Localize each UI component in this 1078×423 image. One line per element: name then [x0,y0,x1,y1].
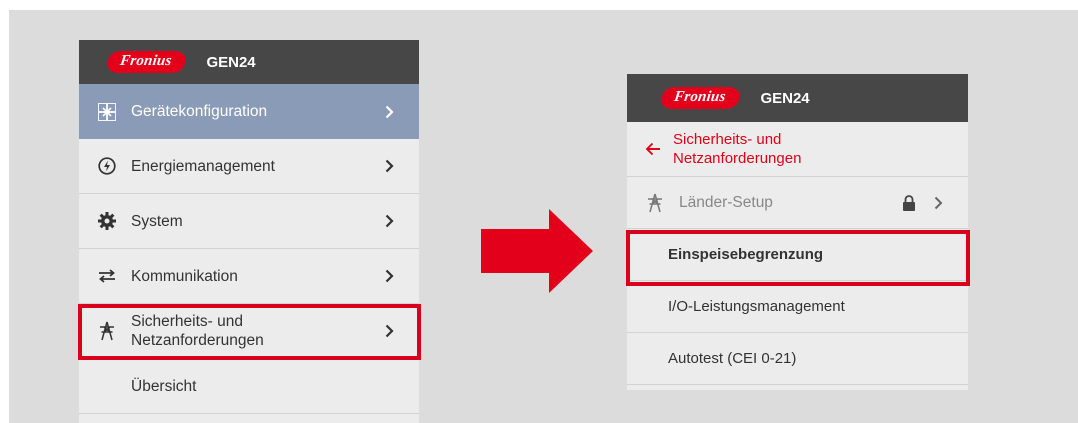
menu-item-label: Einspeisebegrenzung [668,246,824,263]
gear-icon [97,211,117,231]
menu-item-label: Übersicht [131,377,197,395]
menu-item-autotest[interactable]: Autotest (CEI 0-21) [627,333,968,385]
power-tower-icon [97,321,117,341]
menu-item-label: Energiemanagement [131,157,275,175]
back-button[interactable]: Sicherheits- und Netzanforderungen [627,122,968,177]
label-line-1: Sicherheits- und [673,131,782,148]
device-config-icon [97,102,117,122]
menu-item-label: Sicherheits- und Netzanforderungen [131,312,381,350]
arrow-right-icon [481,209,593,293]
fronius-logo: Fronius [660,87,741,109]
menu-item-energiemanagement[interactable]: Energiemanagement [79,139,419,194]
label-line-1: Sicherheits- und [131,313,244,330]
menu-item-uebersicht[interactable]: Übersicht [79,359,419,414]
back-label: Sicherheits- und Netzanforderungen [673,130,801,168]
model-name: GEN24 [760,89,810,107]
chevron-right-icon [930,196,946,210]
chevron-right-icon [381,324,397,338]
main-menu-panel: Fronius GEN24 Gerätekonfiguration Energi… [79,40,419,423]
menu-item-label: Länder-Setup [679,194,773,211]
fronius-logo: Fronius [106,51,187,73]
chevron-right-icon [381,269,397,283]
menu-item-system[interactable]: System [79,194,419,249]
app-header: Fronius GEN24 [627,74,968,122]
communication-icon [97,266,117,286]
menu-item-label: System [131,212,183,230]
submenu-panel: Fronius GEN24 Sicherheits- und Netzanfor… [627,74,968,390]
lock-icon [902,194,916,211]
chevron-right-icon [381,105,397,119]
menu-item-label: Autotest (CEI 0-21) [668,350,797,367]
chevron-right-icon [381,159,397,173]
menu-item-label: I/O-Leistungsmanagement [668,298,845,315]
arrow-left-icon [645,142,661,156]
chevron-right-icon [381,214,397,228]
label-line-2: Netzanforderungen [131,332,264,349]
menu-item-io-leistungsmanagement[interactable]: I/O-Leistungsmanagement [627,281,968,333]
label-line-2: Netzanforderungen [673,150,802,167]
menu-item-laender-setup[interactable]: Länder-Setup [627,177,968,229]
energy-icon [97,156,117,176]
app-header: Fronius GEN24 [79,40,419,84]
menu-item-sicherheits-netzanforderungen[interactable]: Sicherheits- und Netzanforderungen [79,304,419,359]
menu-item-label: Gerätekonfiguration [131,103,268,120]
menu-item-einspeisebegrenzung[interactable]: Einspeisebegrenzung [627,229,968,281]
menu-item-label: Kommunikation [131,267,238,285]
menu-item-kommunikation[interactable]: Kommunikation [79,249,419,304]
power-tower-icon [645,193,665,213]
model-name: GEN24 [206,53,256,71]
menu-item-geraetekonfiguration[interactable]: Gerätekonfiguration [79,84,419,139]
